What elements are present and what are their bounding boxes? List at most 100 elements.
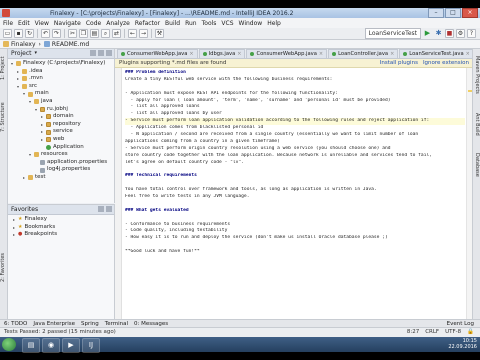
code-line[interactable]: ### Problem definition: [125, 70, 465, 77]
tool-tab-database[interactable]: Database: [473, 149, 480, 181]
code-lines[interactable]: ### Problem definition Create a tiny REST…: [125, 70, 465, 256]
tree-node[interactable]: ▸ domain: [8, 113, 114, 121]
open-folder-icon[interactable]: ▭: [3, 29, 12, 38]
chevron-right-icon[interactable]: ▸: [40, 136, 44, 144]
chevron-right-icon[interactable]: ▸: [16, 68, 20, 76]
tree-node[interactable]: ▸ test: [8, 174, 114, 182]
menu-item-file[interactable]: File: [3, 20, 13, 27]
tree-node[interactable]: ▸ .idea: [8, 68, 114, 76]
code-line[interactable]: store country code together with the loa…: [125, 153, 465, 160]
help-icon[interactable]: ?: [467, 29, 476, 38]
tree-node[interactable]: ▸ repository: [8, 121, 114, 129]
code-line[interactable]: You have total control over framework an…: [125, 187, 465, 194]
close-icon[interactable]: ×: [390, 50, 394, 58]
menu-item-analyze[interactable]: Analyze: [106, 20, 130, 27]
menu-item-code[interactable]: Code: [86, 20, 101, 27]
maximize-button[interactable]: □: [445, 8, 461, 18]
intellij-taskbar-icon[interactable]: IJ: [82, 338, 100, 353]
lock-icon[interactable]: 🔒: [467, 328, 474, 337]
tree-node[interactable]: ▾ resources: [8, 151, 114, 159]
code-line[interactable]: **Good luck and have fun!**: [125, 249, 465, 256]
tree-node[interactable]: ▾ ru.jobhj: [8, 106, 114, 114]
chevron-down-icon[interactable]: ▾: [10, 60, 14, 68]
editor-tab[interactable]: ConsumerWebApp.java ×: [117, 49, 198, 58]
menu-item-edit[interactable]: Edit: [18, 20, 30, 27]
favorites-item[interactable]: ▸ ★ Bookmarks: [8, 224, 114, 232]
code-line[interactable]: - Code quality, including testability: [125, 228, 465, 235]
chevron-right-icon[interactable]: ▸: [40, 121, 44, 129]
settings-icon[interactable]: ⚙: [456, 29, 465, 38]
tool-tab-structure[interactable]: 7: Structure: [0, 99, 7, 135]
paste-icon[interactable]: ▤: [90, 29, 99, 38]
stop-icon[interactable]: ■: [445, 29, 454, 38]
code-line[interactable]: - apply for loan ( loan amount', 'term',…: [125, 98, 465, 105]
undo-icon[interactable]: ↶: [41, 29, 50, 38]
tree-node[interactable]: ▾ java: [8, 98, 114, 106]
gear-icon[interactable]: [98, 206, 104, 212]
play-icon[interactable]: ▶: [423, 29, 432, 38]
code-line[interactable]: - N application / second are received fr…: [125, 132, 465, 139]
chevron-right-icon[interactable]: ▸: [16, 75, 20, 83]
replace-icon[interactable]: ⇄: [112, 29, 121, 38]
minimize-button[interactable]: –: [428, 8, 444, 18]
code-line[interactable]: ### Technical requirements: [125, 173, 465, 180]
tree-node[interactable]: log4j.properties: [8, 166, 114, 174]
chevron-down-icon[interactable]: ▾: [28, 98, 32, 106]
code-line[interactable]: - Application comes from blacklisted per…: [125, 125, 465, 132]
menu-item-vcs[interactable]: VCS: [221, 20, 233, 27]
tree-node[interactable]: ▾ Finalexy (C:\projects\Finalexy): [8, 60, 114, 68]
project-panel-title[interactable]: Project: [11, 49, 32, 58]
editor-tab[interactable]: LoanServiceTest.java ×: [399, 49, 473, 58]
ignore-extension-link[interactable]: Ignore extension: [423, 59, 469, 67]
menu-item-tools[interactable]: Tools: [202, 20, 217, 27]
code-line[interactable]: - How easy it is to run and deploy the s…: [125, 235, 465, 242]
tool-tab-favorites[interactable]: 2: Favorites: [0, 249, 7, 285]
chevron-right-icon[interactable]: ▸: [40, 113, 44, 121]
menu-item-navigate[interactable]: Navigate: [54, 20, 81, 27]
code-line[interactable]: - list all approved loans by user: [125, 111, 465, 118]
status-message[interactable]: Tests Passed: 2 passed (15 minutes ago): [4, 329, 116, 335]
chevron-right-icon[interactable]: ▸: [40, 128, 44, 136]
line-separator[interactable]: CRLF: [425, 328, 439, 337]
code-line[interactable]: ### What gets evaluated: [125, 208, 465, 215]
back-icon[interactable]: ←: [128, 29, 137, 38]
tool-tab-terminal[interactable]: Terminal: [105, 320, 128, 327]
gear-icon[interactable]: [98, 50, 104, 56]
file-encoding[interactable]: UTF-8: [445, 328, 461, 337]
tool-tab-project[interactable]: 1: Project: [0, 51, 7, 85]
chevron-right-icon[interactable]: ▸: [22, 174, 26, 182]
chevron-right-icon[interactable]: ▸: [12, 224, 16, 232]
tree-node[interactable]: Application: [8, 144, 114, 152]
code-line[interactable]: [125, 201, 465, 208]
chevron-right-icon[interactable]: ▸: [12, 216, 16, 224]
tree-node[interactable]: ▸ web: [8, 136, 114, 144]
code-line[interactable]: [125, 166, 465, 173]
clock-date[interactable]: 22.09.2016: [448, 344, 477, 350]
caret-position[interactable]: 8:27: [407, 328, 419, 337]
media-icon[interactable]: ▶: [62, 338, 80, 353]
code-line[interactable]: Feel free to write tests in any JVM lang…: [125, 194, 465, 201]
tree-node[interactable]: ▾ main: [8, 90, 114, 98]
close-icon[interactable]: ×: [319, 50, 323, 58]
sync-icon[interactable]: [90, 50, 96, 56]
hide-icon[interactable]: [106, 50, 112, 56]
code-area[interactable]: ### Problem definition Create a tiny REST…: [115, 68, 473, 319]
chevron-down-icon[interactable]: ▾: [22, 90, 26, 98]
sync-icon[interactable]: ↻: [25, 29, 34, 38]
code-line[interactable]: - Application must expose REST API endpo…: [125, 91, 465, 98]
run-config-dropdown[interactable]: LoanServiceTest: [364, 28, 421, 39]
chevron-down-icon[interactable]: ▾: [34, 106, 38, 114]
code-line[interactable]: let's agree on default country code - "l…: [125, 160, 465, 167]
tool-tab-messages[interactable]: 0: Messages: [134, 320, 168, 327]
hide-icon[interactable]: [106, 206, 112, 212]
start-button[interactable]: [2, 338, 16, 351]
code-line[interactable]: [125, 215, 465, 222]
breadcrumb-item-file[interactable]: README.md: [43, 41, 89, 48]
find-icon[interactable]: ⌕: [101, 29, 110, 38]
tree-node[interactable]: ▸ service: [8, 128, 114, 136]
menu-item-run[interactable]: Run: [185, 20, 197, 27]
menu-item-help[interactable]: Help: [267, 20, 281, 27]
menu-item-view[interactable]: View: [35, 20, 49, 27]
code-line[interactable]: - Service must perform loan application …: [125, 118, 465, 126]
tree-node[interactable]: ▸ .mvn: [8, 75, 114, 83]
